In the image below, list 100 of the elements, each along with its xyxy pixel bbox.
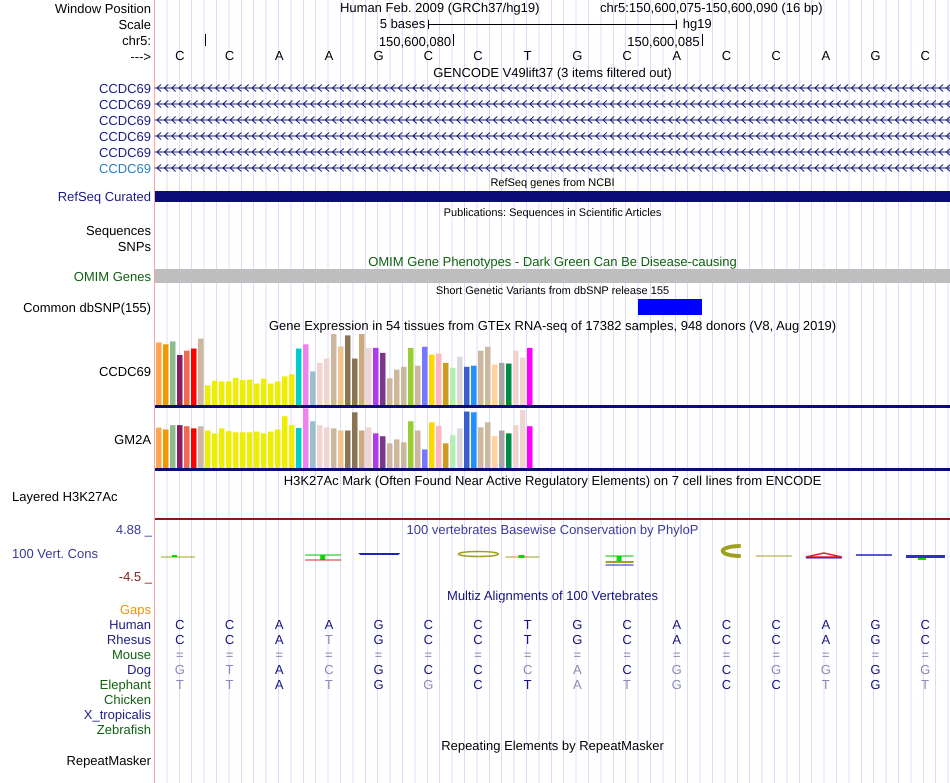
aligned-base: = [772,648,780,662]
aligned-base: = [176,648,184,662]
coordinate-label: 150,600,080 [378,35,452,49]
aligned-base: T [324,678,333,692]
aligned-base: C [224,618,234,632]
base-letter: A [672,49,682,63]
aligned-base: G [374,632,384,646]
track-label: RepeatMasker [66,753,151,768]
base-letter: C [771,49,781,63]
species-label: Zebrafish [96,722,151,737]
aligned-base: A [274,678,284,692]
aligned-base: T [176,678,184,692]
aligned-base: = [872,648,880,662]
base-letter: C [722,49,732,63]
aligned-base: C [473,662,483,676]
base-letter: G [572,49,582,63]
track-label: 100 Vert. Cons [12,546,98,560]
aligned-base: = [424,648,432,662]
assembly-name: hg19 [682,17,712,31]
track-title: Repeating Elements by RepeatMasker [441,738,664,752]
aligned-base: T [524,618,532,632]
gene-label[interactable]: CCDC69 [98,112,151,128]
track-title: Multiz Alignments of 100 Vertebrates [446,588,658,603]
base-letter: C [920,49,930,63]
position-range: chr5:150,600,075-150,600,090 (16 bp) [600,1,823,15]
track-title: OMIM Gene Phenotypes - Dark Green Can Be Disease-causing [368,254,737,269]
species-label: Chicken [104,692,151,707]
gene-label[interactable]: CCDC69 [98,144,151,160]
base-letter: A [821,49,830,63]
base-letter: C [424,49,433,63]
track-title: RefSeq genes from NCBI [490,176,615,191]
aligned-base: = [226,648,234,662]
aligned-base: T [226,662,234,676]
species-label: X_tropicalis [84,707,151,722]
coordinate-label: 150,600,085 [627,35,700,49]
aligned-base: = [524,648,532,662]
base-letter: A [324,49,334,63]
aligned-base: G [572,632,582,646]
aligned-base: G [572,618,582,632]
aligned-base: C [473,618,483,632]
aligned-base: C [920,632,930,646]
aligned-base: C [920,618,930,632]
aligned-base: A [821,632,830,646]
aligned-base: T [524,678,532,692]
tick-mark [204,34,206,46]
aligned-base: A [821,618,830,632]
aligned-base: T [623,678,631,692]
aligned-base: G [174,662,185,676]
tick-mark [702,34,703,46]
aligned-base: C [722,618,732,632]
aligned-base: C [771,632,781,646]
track-title: Gene Expression in 54 tissues from GTEx RNA-seq of 17382 samples, 948 donors (V8, Aug 2019) [268,318,836,332]
aligned-base: G [870,618,881,632]
track-label: Layered H3K27Ac [12,489,118,504]
base-letter: C [175,49,185,63]
species-label: Mouse [112,647,151,662]
aligned-base: C [522,662,532,676]
aligned-base: A [324,618,334,632]
track-title: GENCODE V49lift37 (3 items filtered out) [433,64,672,80]
gene-label[interactable]: CCDC69 [98,96,151,112]
aligned-base: = [374,648,382,662]
aligned-base: G [870,678,881,692]
aligned-base: G [870,632,881,646]
aligned-base: G [374,678,384,692]
aligned-base: C [622,618,632,632]
aligned-base: T [324,632,333,646]
aligned-base: C [175,618,185,632]
species-label: Dog [127,662,151,677]
base-letter: A [274,49,284,63]
track-label: SNPs [118,238,151,254]
aligned-base: = [474,648,482,662]
track-label: chr5: [122,32,151,48]
variant-block[interactable] [638,299,702,315]
aligned-base: C [622,662,632,676]
gene-label[interactable]: CCDC69 [98,128,151,144]
axis-min-label: -4.5 _ [118,569,152,584]
aligned-base: C [771,678,781,692]
aligned-base: A [274,662,284,676]
species-label: Elephant [100,677,151,692]
aligned-base: A [672,632,682,646]
aligned-base: C [324,662,334,676]
track-label: Sequences [86,222,151,238]
aligned-base: G [920,662,930,676]
gene-label[interactable]: CCDC69 [98,80,151,96]
aligned-base: C [622,632,632,646]
track-title: 100 vertebrates Basewise Conservation by PhyloP [406,522,698,537]
aligned-base: T [226,678,234,692]
aligned-base: C [722,678,732,692]
track-label[interactable]: OMIM Genes [74,268,151,284]
aligned-base: = [722,648,730,662]
gene-label[interactable]: CCDC69 [98,160,151,176]
axis-max-label: 4.88 _ [116,522,152,537]
aligned-base: A [274,618,284,632]
base-letter: C [622,49,632,63]
aligned-base: A [573,678,582,692]
aligned-base: C [424,618,433,632]
aligned-base: = [921,648,929,662]
track-label[interactable]: RefSeq Curated [58,189,151,204]
aligned-base: = [623,648,631,662]
scale-span-text: 5 bases [380,17,426,31]
